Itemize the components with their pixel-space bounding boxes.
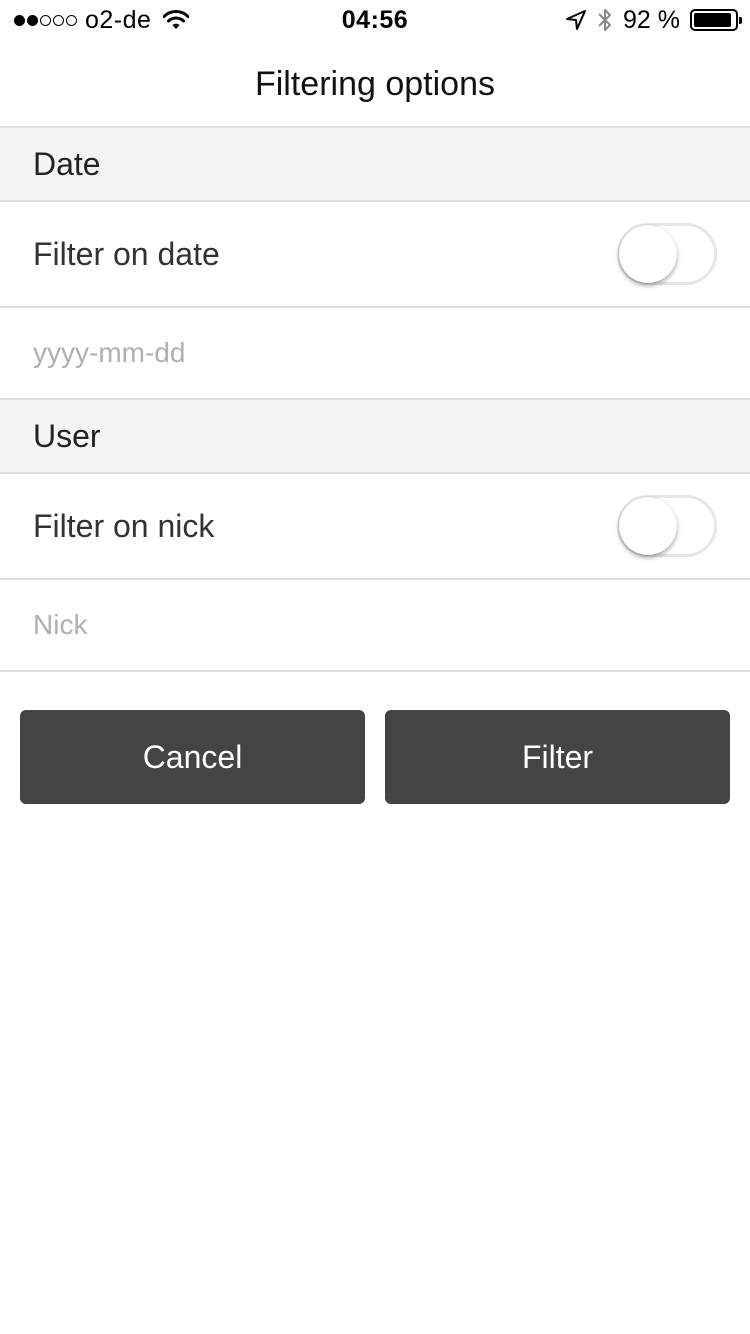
nick-input[interactable] bbox=[33, 609, 717, 641]
filter-options-list: Date Filter on date User Filter on nick bbox=[0, 128, 750, 672]
nick-input-row bbox=[0, 580, 750, 672]
action-buttons: Cancel Filter bbox=[20, 710, 730, 804]
filter-button[interactable]: Filter bbox=[385, 710, 730, 804]
section-header-date: Date bbox=[0, 128, 750, 202]
battery-percent: 92 % bbox=[623, 5, 680, 34]
section-header-user: User bbox=[0, 400, 750, 474]
battery-fill bbox=[694, 13, 731, 27]
status-bar: o2-de 04:56 92 % bbox=[0, 0, 750, 40]
toggle-knob bbox=[619, 497, 677, 555]
filter-on-date-row: Filter on date bbox=[0, 202, 750, 308]
filter-on-date-label: Filter on date bbox=[33, 235, 220, 272]
location-arrow-icon bbox=[566, 10, 587, 30]
status-right: 92 % bbox=[565, 5, 742, 34]
date-input-row bbox=[0, 308, 750, 400]
page-title: Filtering options bbox=[0, 40, 750, 128]
filter-on-nick-label: Filter on nick bbox=[33, 507, 215, 544]
bluetooth-icon bbox=[598, 9, 612, 31]
filter-on-nick-row: Filter on nick bbox=[0, 474, 750, 580]
filter-on-date-toggle[interactable] bbox=[617, 223, 717, 285]
date-input[interactable] bbox=[33, 337, 717, 369]
cancel-button[interactable]: Cancel bbox=[20, 710, 365, 804]
battery-icon bbox=[690, 9, 742, 31]
toggle-knob bbox=[619, 225, 677, 283]
filter-on-nick-toggle[interactable] bbox=[617, 495, 717, 557]
